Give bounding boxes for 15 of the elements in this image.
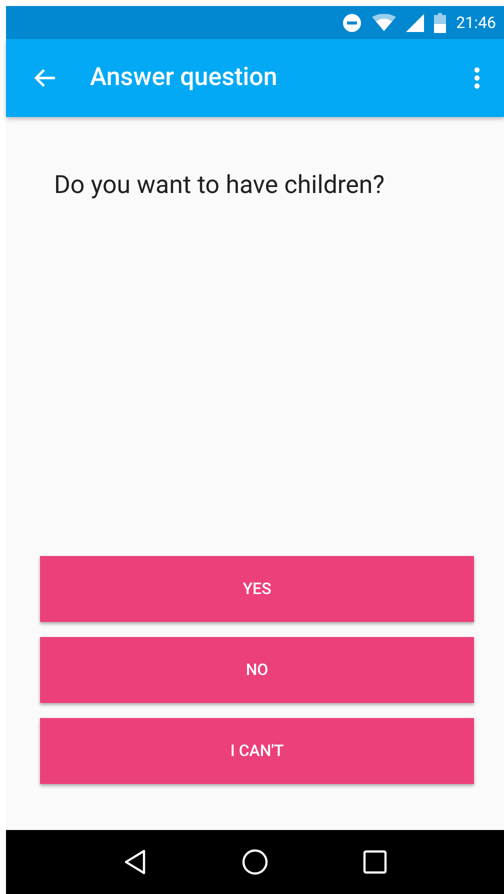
recents-nav-icon[interactable] xyxy=(362,850,387,874)
do-not-disturb-icon xyxy=(342,12,362,32)
app-bar-title: Answer question xyxy=(90,62,278,94)
back-nav-icon[interactable] xyxy=(123,849,148,875)
answer-button[interactable]: I CAN'T xyxy=(40,718,474,784)
answer-button[interactable]: YES xyxy=(40,556,474,622)
question-text: Do you want to have children? xyxy=(54,170,386,202)
battery-icon xyxy=(434,12,446,32)
status-time: 21:46 xyxy=(456,12,496,34)
more-vert-icon xyxy=(474,67,480,89)
back-arrow-icon xyxy=(34,68,56,88)
signal-icon xyxy=(406,14,424,32)
answer-button[interactable]: NO xyxy=(40,637,474,703)
wifi-icon xyxy=(372,14,396,32)
home-nav-icon[interactable] xyxy=(242,849,268,875)
